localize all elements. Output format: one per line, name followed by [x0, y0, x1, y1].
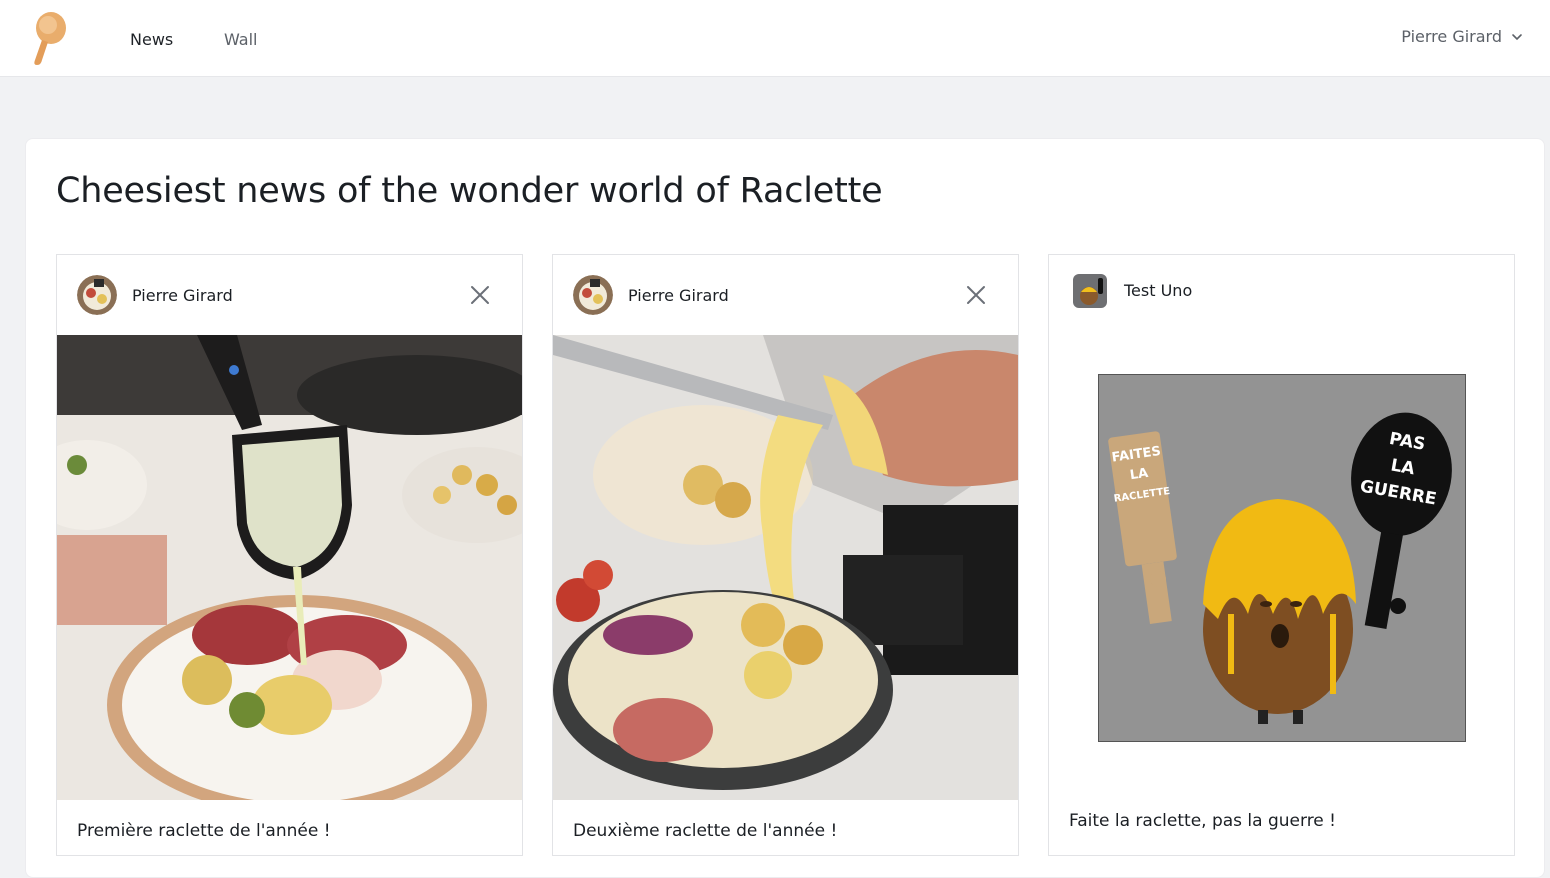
post-header: Pierre Girard	[553, 255, 1018, 335]
post-image[interactable]	[57, 335, 522, 800]
avatar[interactable]	[77, 275, 117, 315]
post-header: Pierre Girard	[57, 255, 522, 335]
post-author[interactable]: Test Uno	[1124, 281, 1192, 300]
post-caption: Faite la raclette, pas la guerre !	[1069, 811, 1336, 831]
avatar[interactable]	[1073, 274, 1107, 308]
post-caption: Première raclette de l'année !	[77, 821, 331, 841]
delete-post-button[interactable]	[964, 283, 988, 307]
post-image[interactable]	[553, 335, 1018, 800]
news-panel: Cheesiest news of the wonder world of Ra…	[25, 138, 1545, 878]
poster-sign-left-line: LA	[1129, 466, 1149, 483]
close-icon	[967, 286, 985, 304]
raclette-logo-icon[interactable]	[24, 10, 70, 66]
user-name: Pierre Girard	[1401, 27, 1502, 46]
post-card: Pierre Girard	[56, 254, 523, 856]
post-image[interactable]: FAITES LA RACLETTE PAS LA GUERRE	[1098, 374, 1466, 742]
post-card: Test Uno FAITES LA RACLETTE PAS LA GUERR…	[1048, 254, 1515, 856]
nav-link-news[interactable]: News	[130, 30, 173, 49]
page-title: Cheesiest news of the wonder world of Ra…	[56, 171, 883, 211]
top-navigation-bar: News Wall Pierre Girard	[0, 0, 1550, 77]
post-card: Pierre Girard	[552, 254, 1019, 856]
post-caption: Deuxième raclette de l'année !	[573, 821, 838, 841]
delete-post-button[interactable]	[468, 283, 492, 307]
post-header: Test Uno	[1049, 255, 1514, 335]
chevron-down-icon	[1512, 33, 1522, 40]
user-menu[interactable]: Pierre Girard	[1401, 27, 1524, 46]
nav-link-wall[interactable]: Wall	[224, 30, 258, 49]
post-author[interactable]: Pierre Girard	[628, 286, 729, 305]
poster-sign-right-line: LA	[1389, 455, 1417, 479]
close-icon	[471, 286, 489, 304]
avatar[interactable]	[573, 275, 613, 315]
post-author[interactable]: Pierre Girard	[132, 286, 233, 305]
